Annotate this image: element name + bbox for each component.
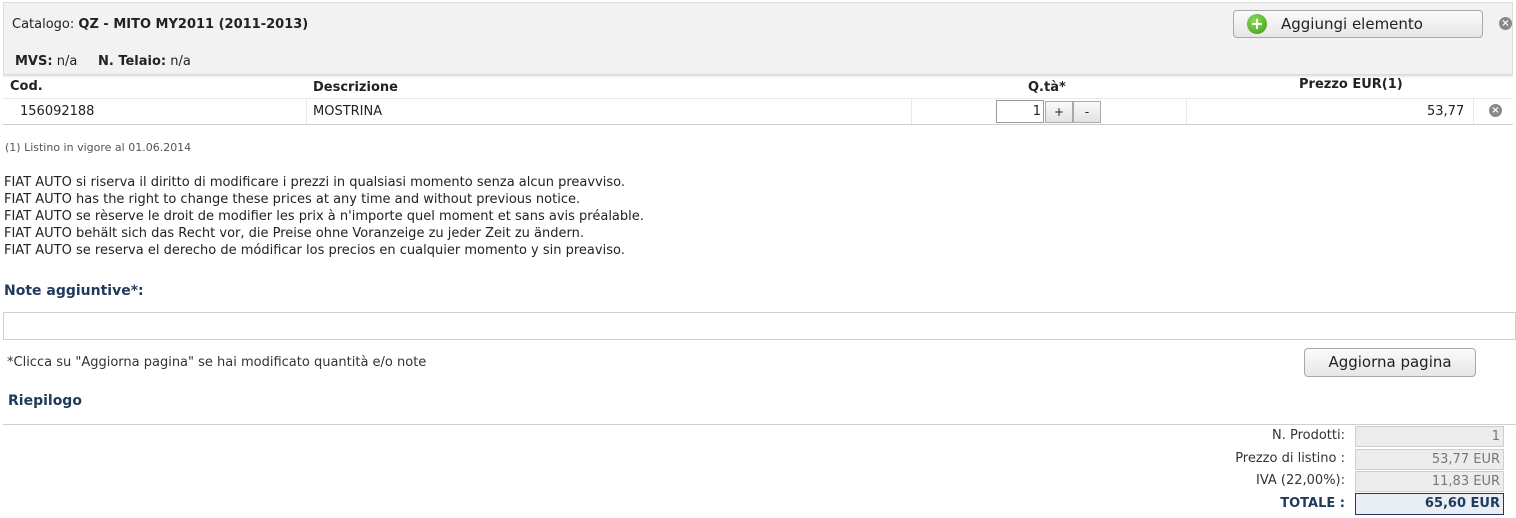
- column-divider: [911, 98, 912, 124]
- products-count-value: 1: [1355, 426, 1504, 447]
- refresh-page-button[interactable]: Aggiorna pagina: [1304, 348, 1476, 377]
- total-value: 65,60 EUR: [1355, 493, 1504, 515]
- row-code: 156092188: [20, 104, 95, 119]
- quantity-input[interactable]: 1: [996, 100, 1044, 123]
- column-header-code: Cod.: [10, 79, 43, 94]
- column-header-price: Prezzo EUR(1): [1299, 77, 1403, 92]
- row-description: MOSTRINA: [313, 104, 383, 119]
- column-header-quantity: Q.tà*: [1028, 80, 1066, 95]
- mvs-value: n/a: [56, 54, 78, 69]
- notes-input[interactable]: [3, 312, 1516, 340]
- column-header-description: Descrizione: [313, 80, 398, 95]
- chassis-value: n/a: [170, 54, 191, 69]
- disclaimer-line-en: FIAT AUTO has the right to change these …: [4, 192, 581, 207]
- disclaimer-line-de: FIAT AUTO behält sich das Recht vor, die…: [4, 226, 584, 241]
- catalog-header: Catalogo: QZ - MITO MY2011 (2011-2013) M…: [3, 2, 1513, 74]
- column-divider: [1473, 98, 1474, 124]
- vat-label: IVA (22,00%):: [1255, 473, 1345, 488]
- list-price-label: Prezzo di listino :: [1235, 451, 1345, 466]
- column-divider: [306, 98, 307, 124]
- mvs-label: MVS:: [15, 54, 53, 69]
- products-count-label: N. Prodotti:: [1271, 428, 1345, 443]
- close-catalog-icon[interactable]: ×: [1499, 17, 1512, 30]
- quantity-decrease-button[interactable]: -: [1073, 101, 1101, 123]
- add-element-button[interactable]: + Aggiungi elemento: [1233, 10, 1483, 38]
- add-element-label: Aggiungi elemento: [1281, 15, 1423, 33]
- disclaimer-line-fr: FIAT AUTO se rèserve le droit de modifie…: [4, 209, 644, 224]
- add-icon: +: [1247, 14, 1267, 34]
- parts-table: Cod. Descrizione Q.tà* Prezzo EUR(1) 156…: [3, 74, 1513, 125]
- table-row-divider: [3, 98, 1513, 99]
- notes-title: Note aggiuntive*:: [4, 283, 144, 299]
- disclaimer-line-it: FIAT AUTO si riserva il diritto di modif…: [4, 175, 626, 190]
- price-list-footnote: (1) Listino in vigore al 01.06.2014: [5, 141, 192, 154]
- vehicle-info: MVS: n/a N. Telaio: n/a: [15, 54, 191, 69]
- total-label: TOTALE :: [1280, 496, 1345, 511]
- quantity-increase-button[interactable]: +: [1045, 101, 1073, 123]
- refresh-hint: *Clicca su "Aggiorna pagina" se hai modi…: [7, 355, 427, 370]
- row-price: 53,77: [1427, 104, 1465, 119]
- list-price-value: 53,77 EUR: [1355, 449, 1504, 470]
- vat-value: 11,83 EUR: [1355, 471, 1504, 492]
- disclaimer-line-es: FIAT AUTO se reserva el derecho de módif…: [4, 243, 625, 258]
- catalog-label: Catalogo:: [12, 17, 75, 32]
- header-shadow: [3, 74, 1513, 78]
- summary-title: Riepilogo: [8, 393, 82, 409]
- remove-row-icon[interactable]: ×: [1489, 104, 1502, 117]
- chassis-label: N. Telaio:: [97, 54, 167, 69]
- summary-divider: [3, 424, 1516, 425]
- column-divider: [1186, 98, 1187, 124]
- catalog-value: QZ - MITO MY2011 (2011-2013): [78, 17, 309, 32]
- catalog-info: Catalogo: QZ - MITO MY2011 (2011-2013): [12, 17, 308, 32]
- price-disclaimer: FIAT AUTO si riserva il diritto di modif…: [4, 174, 644, 259]
